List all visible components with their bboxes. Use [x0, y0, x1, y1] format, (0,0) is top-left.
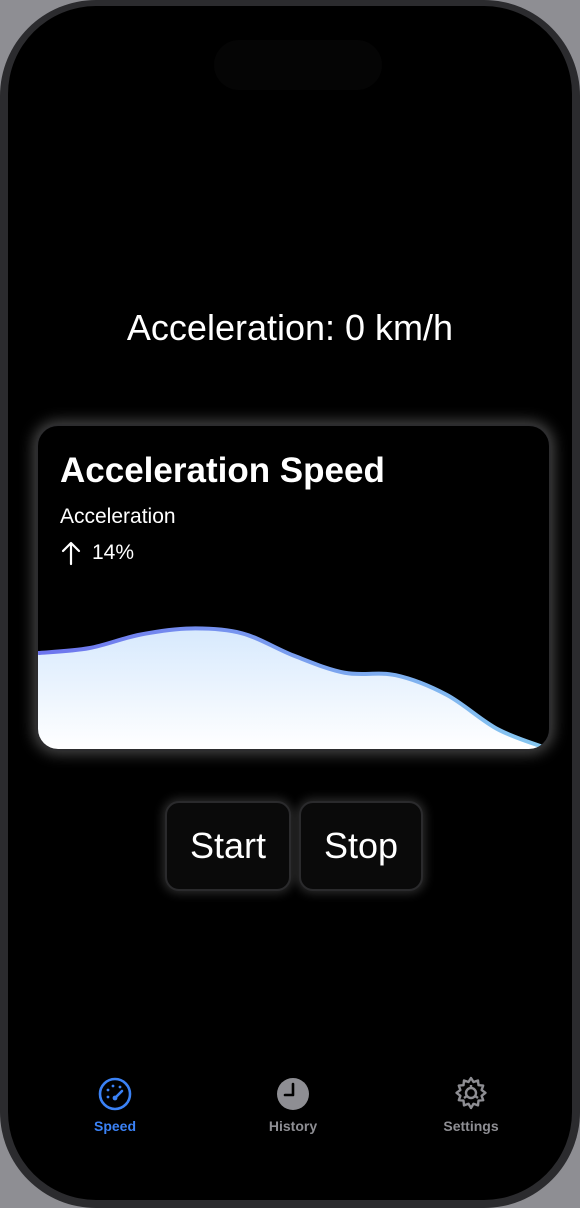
- gear-icon: [455, 1076, 487, 1110]
- tab-settings-label: Settings: [443, 1118, 499, 1134]
- tab-history[interactable]: History: [233, 1076, 353, 1134]
- acceleration-readout: Acceleration: 0 km/h: [126, 307, 454, 348]
- clock-icon: [277, 1078, 309, 1110]
- chart-area-fill: [38, 628, 549, 749]
- arrow-up-icon: [61, 541, 81, 566]
- trend-value: 14%: [92, 541, 135, 564]
- trend-indicator: 14%: [60, 540, 134, 566]
- acceleration-card: Acceleration Speed Acceleration 14%: [36, 424, 551, 751]
- speedometer-icon: [98, 1077, 132, 1111]
- tab-speed-label: Speed: [93, 1118, 136, 1134]
- app-screen: Acceleration: 0 km/h Acceleration Speed …: [8, 6, 572, 1200]
- tab-settings[interactable]: Settings: [411, 1076, 531, 1134]
- start-button[interactable]: Start: [165, 801, 291, 891]
- tab-bar: Speed History Settings: [8, 1076, 572, 1146]
- stop-button[interactable]: Stop: [299, 801, 423, 891]
- tab-speed[interactable]: Speed: [55, 1076, 175, 1134]
- tab-history-label: History: [268, 1118, 318, 1134]
- phone-frame: Acceleration: 0 km/h Acceleration Speed …: [0, 0, 580, 1208]
- card-title: Acceleration Speed: [60, 451, 385, 490]
- card-subtitle: Acceleration: [60, 505, 176, 528]
- dynamic-island: [214, 40, 382, 90]
